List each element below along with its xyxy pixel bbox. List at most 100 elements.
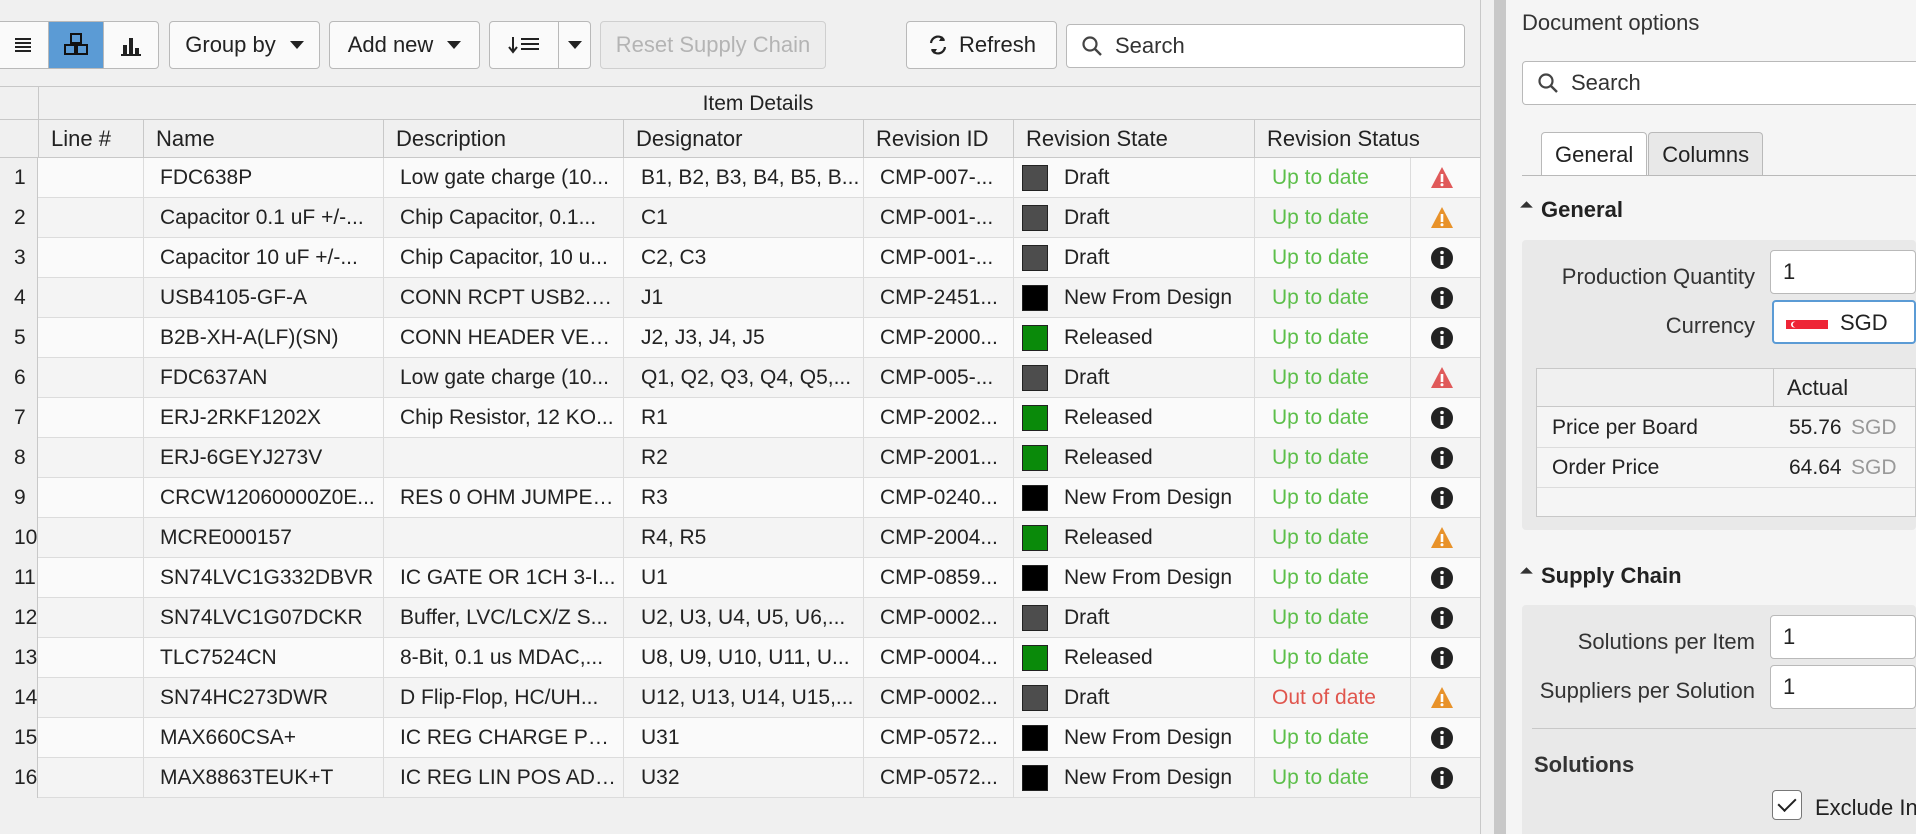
search-icon — [1538, 73, 1558, 93]
table-row[interactable]: 5 B2B-XH-A(LF)(SN) CONN HEADER VER... J2, J… — [0, 318, 1480, 358]
cell-revision-id: CMP-2000... — [880, 326, 998, 349]
cell-revision-id: CMP-2002... — [880, 406, 998, 429]
table-row[interactable]: 2 Capacitor 0.1 uF +/-... Chip Capacitor, … — [0, 198, 1480, 238]
column-header-revision-state[interactable]: Revision State — [1013, 120, 1254, 158]
currency-select[interactable]: SGD — [1772, 300, 1916, 344]
general-section-toggle[interactable]: General — [1520, 197, 1623, 223]
options-search-input[interactable] — [1571, 70, 1871, 96]
tab-columns[interactable]: Columns — [1648, 132, 1764, 176]
table-row[interactable]: 6 FDC637AN Low gate charge (10... Q1, Q2, Q… — [0, 358, 1480, 398]
list-view-button[interactable] — [0, 22, 50, 68]
info-icon[interactable] — [1430, 246, 1454, 270]
chevron-down-icon[interactable] — [568, 41, 582, 49]
table-row[interactable]: 9 CRCW12060000Z0E... RES 0 OHM JUMPER... R3… — [0, 478, 1480, 518]
warning-icon[interactable] — [1430, 526, 1454, 550]
warning-icon[interactable] — [1430, 206, 1454, 230]
supply-chain-section-toggle[interactable]: Supply Chain — [1520, 563, 1682, 589]
divider — [143, 358, 144, 398]
cell-name: Capacitor 0.1 uF +/-... — [160, 206, 364, 229]
table-row[interactable]: 11 SN74LVC1G332DBVR IC GATE OR 1CH 3-I... U… — [0, 558, 1480, 598]
info-icon[interactable] — [1430, 326, 1454, 350]
divider — [1410, 278, 1411, 318]
cell-revision-status: Up to date — [1272, 526, 1369, 549]
divider — [623, 718, 624, 758]
sort-button[interactable] — [489, 21, 591, 69]
table-row[interactable]: 1 FDC638P Low gate charge (10... B1, B2, B3… — [0, 158, 1480, 198]
column-header-line[interactable]: Line # — [38, 120, 143, 158]
column-header-description[interactable]: Description — [383, 120, 623, 158]
divider — [383, 398, 384, 438]
divider — [623, 758, 624, 798]
splitter-bar[interactable] — [1494, 0, 1506, 834]
refresh-button[interactable]: Refresh — [906, 21, 1057, 69]
info-icon[interactable] — [1430, 766, 1454, 790]
collapse-triangle-icon — [1520, 200, 1533, 214]
exclude-checkbox[interactable] — [1772, 790, 1802, 820]
suppliers-per-solution-label: Suppliers per Solution — [1539, 678, 1755, 703]
cell-revision-status: Up to date — [1272, 606, 1369, 629]
table-row[interactable]: 10 MCRE000157 R4, R5 CMP-2004... Released Up … — [0, 518, 1480, 558]
column-header-designator[interactable]: Designator — [623, 120, 863, 158]
warning-icon[interactable] — [1430, 686, 1454, 710]
column-header-name[interactable]: Name — [143, 120, 383, 158]
cell-revision-id: CMP-0004... — [880, 646, 998, 669]
warning-icon[interactable] — [1430, 366, 1454, 390]
row-number: 14 — [0, 678, 38, 718]
row-number: 13 — [0, 638, 38, 678]
info-icon[interactable] — [1430, 646, 1454, 670]
info-icon[interactable] — [1430, 406, 1454, 430]
chart-view-button[interactable] — [104, 22, 158, 68]
options-search-box[interactable] — [1522, 61, 1916, 105]
info-icon[interactable] — [1430, 726, 1454, 750]
reset-supply-chain-button[interactable]: Reset Supply Chain — [600, 21, 826, 69]
divider — [1410, 758, 1411, 798]
group-by-button[interactable]: Group by — [169, 21, 320, 69]
table-row[interactable]: 14 SN74HC273DWR D Flip-Flop, HC/UH... U12, … — [0, 678, 1480, 718]
info-icon[interactable] — [1430, 446, 1454, 470]
grid-rows: 1 FDC638P Low gate charge (10... B1, B2, B3… — [0, 158, 1480, 798]
row-number: 11 — [0, 558, 38, 598]
cell-revision-status: Up to date — [1272, 446, 1369, 469]
divider — [1254, 518, 1255, 558]
price-table: Actual Price per Board 55.76 SGD Order P… — [1536, 368, 1916, 517]
production-quantity-field[interactable]: 1 — [1770, 250, 1916, 294]
divider — [863, 478, 864, 518]
cell-revision-status: Up to date — [1272, 726, 1369, 749]
tab-general[interactable]: General — [1541, 132, 1648, 176]
table-row[interactable]: 16 MAX8863TEUK+T IC REG LIN POS ADJ... U32 C… — [0, 758, 1480, 798]
table-row[interactable]: 7 ERJ-2RKF1202X Chip Resistor, 12 KO... R1 C… — [0, 398, 1480, 438]
price-row-value: 55.76 — [1789, 416, 1842, 439]
grid-search-input[interactable] — [1115, 33, 1415, 59]
info-icon[interactable] — [1430, 566, 1454, 590]
divider — [1522, 175, 1916, 176]
cell-designator: J1 — [641, 286, 664, 309]
grid-search-box[interactable] — [1066, 24, 1465, 68]
table-row[interactable]: 3 Capacitor 10 uF +/-... Chip Capacitor, 1… — [0, 238, 1480, 278]
revision-state-swatch — [1022, 645, 1048, 671]
add-new-button[interactable]: Add new — [329, 21, 480, 69]
options-tabs: General Columns — [1541, 132, 1764, 176]
table-row[interactable]: 12 SN74LVC1G07DCKR Buffer, LVC/LCX/Z S... U… — [0, 598, 1480, 638]
revision-state-swatch — [1022, 605, 1048, 631]
table-row[interactable]: 15 MAX660CSA+ IC REG CHARGE PU... U31 CMP-05… — [0, 718, 1480, 758]
cell-name: FDC637AN — [160, 366, 268, 389]
pane-splitter[interactable] — [1480, 0, 1506, 834]
table-row[interactable]: 4 USB4105-GF-A CONN RCPT USB2.0... J1 CMP-24… — [0, 278, 1480, 318]
table-row[interactable]: 13 TLC7524CN 8-Bit, 0.1 us MDAC,... U8, U9,… — [0, 638, 1480, 678]
cell-revision-status: Up to date — [1272, 486, 1369, 509]
solutions-per-item-field[interactable]: 1 — [1770, 615, 1916, 659]
divider — [1254, 718, 1255, 758]
column-header-revision-status[interactable]: Revision Status — [1254, 120, 1479, 158]
warning-icon[interactable] — [1430, 166, 1454, 190]
cell-name: ERJ-2RKF1202X — [160, 406, 322, 429]
divider — [1254, 398, 1255, 438]
suppliers-per-solution-field[interactable]: 1 — [1770, 665, 1916, 709]
table-row[interactable]: 8 ERJ-6GEYJ273V R2 CMP-2001... Released Up to… — [0, 438, 1480, 478]
component-view-button[interactable] — [49, 22, 104, 68]
column-header-revision-id[interactable]: Revision ID — [863, 120, 1013, 158]
info-icon[interactable] — [1430, 606, 1454, 630]
solutions-per-item-label: Solutions per Item — [1577, 629, 1755, 654]
row-number: 16 — [0, 758, 38, 798]
info-icon[interactable] — [1430, 286, 1454, 310]
info-icon[interactable] — [1430, 486, 1454, 510]
